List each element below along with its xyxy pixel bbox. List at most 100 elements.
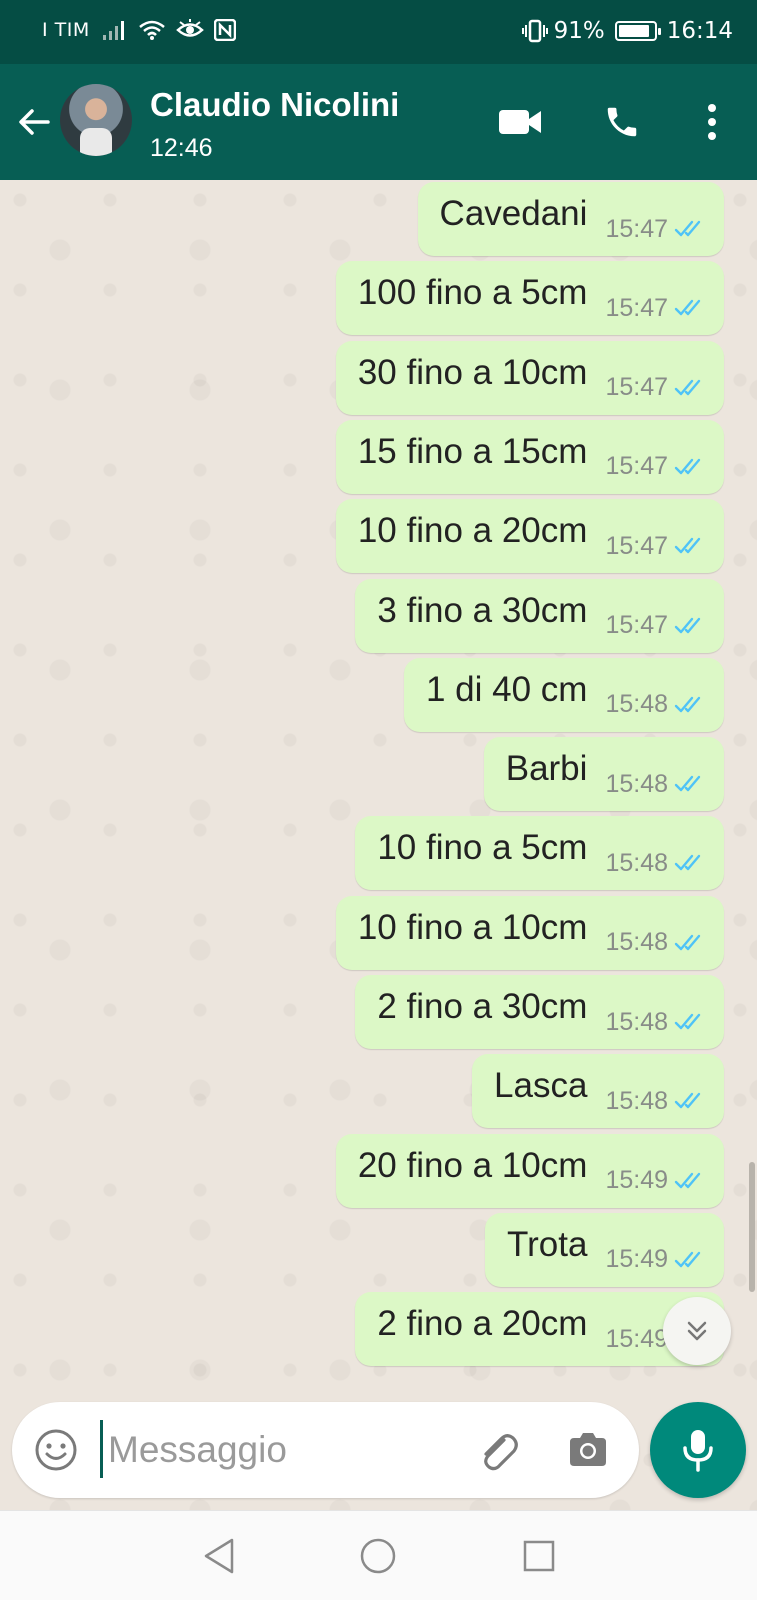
wifi-icon [138, 20, 165, 40]
message-time: 15:47 [605, 294, 706, 323]
message-timestamp: 15:48 [605, 690, 668, 719]
message-timestamp: 15:48 [605, 1007, 668, 1036]
battery-icon [614, 21, 661, 41]
message-time: 15:48 [605, 928, 706, 957]
nav-home-button[interactable] [355, 1533, 401, 1579]
status-bar: I TIM 91% 16:14 [0, 0, 757, 64]
triangle-back-icon [204, 1538, 234, 1574]
message-timestamp: 15:47 [605, 373, 668, 402]
battery-percent: 91% [553, 18, 605, 44]
eye-icon [175, 19, 204, 37]
read-receipt-icon [674, 537, 701, 554]
video-call-button[interactable] [496, 98, 544, 146]
message-time: 15:49 [605, 1166, 706, 1195]
read-receipt-icon [674, 775, 701, 792]
camera-icon[interactable] [564, 1426, 612, 1474]
read-receipt-icon [674, 220, 701, 237]
message-timestamp: 15:48 [605, 769, 668, 798]
message-text: 100 fino a 5cm [357, 273, 588, 313]
message-bubble[interactable]: 10 fino a 10cm 15:48 [335, 895, 724, 970]
message-timestamp: 15:47 [605, 611, 668, 639]
message-bubble[interactable]: Barbi 15:48 [483, 737, 724, 812]
message-text: Trota [507, 1224, 588, 1264]
message-list[interactable]: Cavedani 15:47 100 fino a 5cm 15:47 30 fino … [0, 180, 757, 1510]
contact-last-seen[interactable]: 12:46 [150, 134, 213, 163]
emoji-icon[interactable] [32, 1426, 80, 1474]
nav-recents-button[interactable] [516, 1533, 562, 1579]
avatar[interactable] [60, 84, 132, 156]
double-chevron-down-icon [687, 1321, 707, 1341]
clock: 16:14 [666, 18, 733, 44]
scroll-to-bottom-button[interactable] [663, 1297, 731, 1365]
status-bar-left: I TIM [42, 19, 236, 41]
system-navigation-bar [0, 1510, 757, 1600]
message-input[interactable] [108, 1422, 448, 1478]
microphone-icon [683, 1430, 713, 1472]
message-text: 10 fino a 5cm [377, 828, 588, 868]
vibrate-icon [521, 19, 548, 43]
status-bar-right: 91% 16:14 [521, 18, 733, 44]
message-timestamp: 15:47 [605, 293, 668, 322]
message-bubble[interactable]: 10 fino a 5cm 15:48 [355, 816, 724, 891]
message-time: 15:48 [605, 770, 706, 799]
read-receipt-icon [674, 458, 701, 475]
message-bubble[interactable]: 15 fino a 15cm 15:47 [335, 419, 724, 494]
message-bubble[interactable]: 100 fino a 5cm 15:47 [335, 261, 724, 336]
message-bubble[interactable]: 3 fino a 30cm 15:47 [355, 578, 724, 653]
message-bubble[interactable]: 1 di 40 cm 15:48 [403, 657, 724, 732]
message-text: 20 fino a 10cm [357, 1145, 588, 1185]
message-text: Lasca [494, 1066, 588, 1106]
message-text: 1 di 40 cm [425, 669, 588, 709]
voice-call-button[interactable] [598, 98, 646, 146]
message-timestamp: 15:49 [605, 1245, 668, 1274]
read-receipt-icon [674, 1013, 701, 1030]
read-receipt-icon [674, 1093, 701, 1109]
message-bubble[interactable]: 20 fino a 10cm 15:49 [335, 1133, 724, 1208]
message-timestamp: 15:47 [605, 531, 668, 560]
message-text: 30 fino a 10cm [357, 352, 588, 392]
message-timestamp: 15:48 [605, 1086, 668, 1115]
message-time: 15:48 [605, 849, 706, 878]
message-text: Barbi [505, 749, 588, 789]
read-receipt-icon [674, 1172, 701, 1188]
message-time: 15:48 [605, 1008, 706, 1037]
contact-name[interactable]: Claudio Nicolini [150, 86, 399, 124]
message-composer [12, 1402, 639, 1498]
message-text: 10 fino a 10cm [357, 907, 588, 947]
video-call-icon [499, 110, 541, 134]
message-timestamp: 15:48 [605, 848, 668, 877]
message-time: 15:48 [605, 1087, 706, 1116]
signal-icon [102, 21, 124, 40]
more-options-button[interactable] [688, 98, 736, 146]
message-bubble[interactable]: Trota 15:49 [485, 1212, 724, 1287]
message-text: 2 fino a 30cm [377, 987, 588, 1026]
message-bubble[interactable]: 30 fino a 10cm 15:47 [335, 340, 724, 415]
message-text: 15 fino a 15cm [357, 431, 588, 471]
message-time: 15:47 [605, 532, 706, 561]
message-bubble[interactable]: Lasca 15:48 [472, 1054, 724, 1129]
voice-message-button[interactable] [650, 1402, 746, 1498]
message-text: 10 fino a 20cm [357, 511, 588, 551]
nav-back-button[interactable] [196, 1533, 242, 1579]
message-bubble[interactable]: 2 fino a 30cm 15:48 [355, 975, 724, 1049]
message-timestamp: 15:47 [605, 214, 668, 243]
back-arrow-icon[interactable] [14, 102, 54, 142]
message-time: 15:49 [605, 1245, 706, 1274]
message-time: 15:48 [605, 690, 706, 719]
read-receipt-icon [674, 379, 701, 395]
message-text: 3 fino a 30cm [377, 590, 588, 630]
read-receipt-icon [674, 934, 701, 950]
message-text: Cavedani [439, 194, 588, 233]
message-bubble[interactable]: 10 fino a 20cm 15:47 [335, 499, 724, 574]
message-time: 15:47 [605, 452, 706, 481]
square-recents-icon [523, 1540, 555, 1572]
message-bubble[interactable]: Cavedani 15:47 [417, 182, 724, 256]
text-cursor [100, 1420, 103, 1478]
attach-icon[interactable] [474, 1426, 522, 1474]
message-timestamp: 15:49 [605, 1324, 668, 1353]
circle-home-icon [360, 1538, 396, 1574]
read-receipt-icon [674, 696, 701, 712]
read-receipt-icon [674, 617, 701, 633]
chat-header: Claudio Nicolini 12:46 [0, 64, 757, 180]
scrollbar-thumb[interactable] [749, 1162, 755, 1292]
